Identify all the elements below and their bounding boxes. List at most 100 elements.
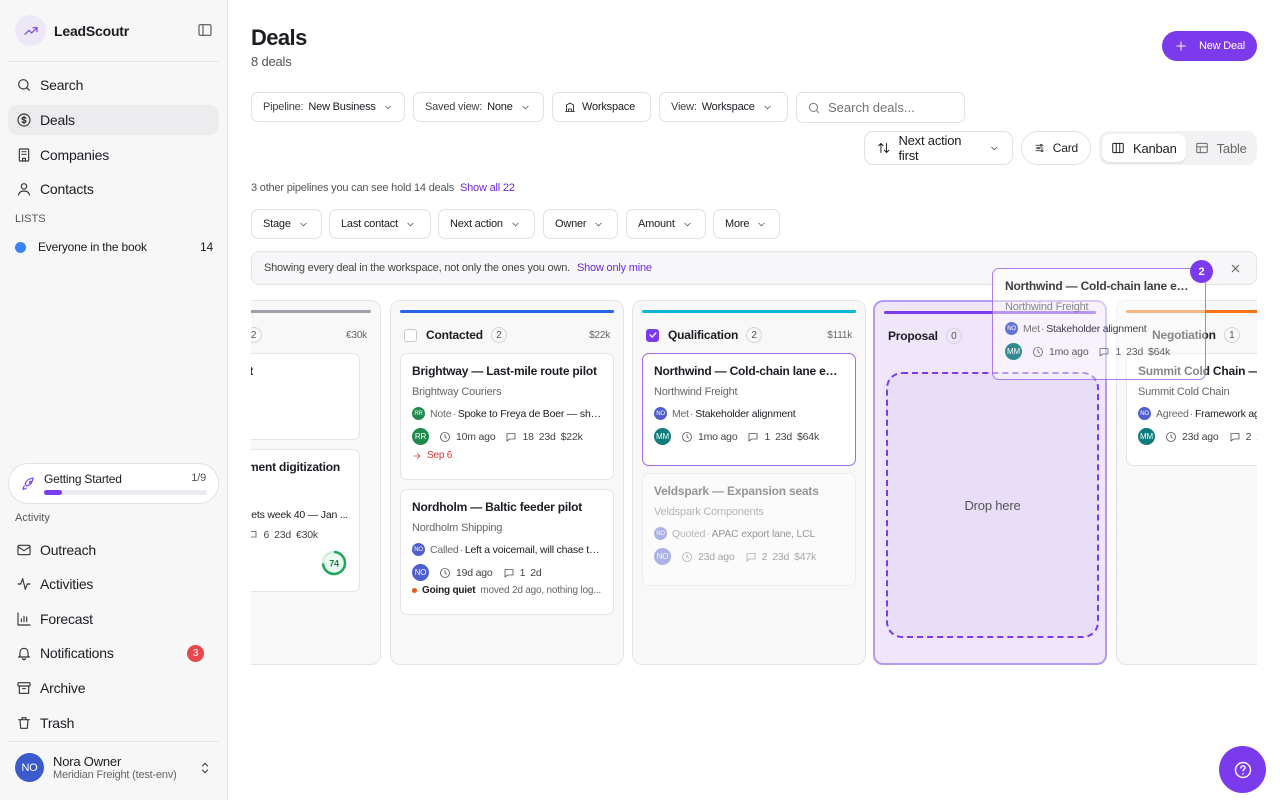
nav-companies[interactable]: Companies — [8, 140, 219, 170]
nav-label: Forecast — [40, 611, 93, 627]
column-count: 2 — [251, 327, 262, 343]
nav-activities[interactable]: Activities — [8, 569, 219, 599]
sort-icon — [878, 143, 890, 153]
comment-count: 1 — [1115, 345, 1122, 358]
deal-card[interactable]: Northwind — Cold-chain lane expa... Nort… — [642, 353, 856, 466]
sidebar: LeadScoutr Search Deals Companies Contac… — [0, 0, 228, 800]
owner-avatar: NO — [654, 548, 671, 565]
drop-zone[interactable]: Drop here — [886, 372, 1099, 638]
nav-archive[interactable]: Archive — [8, 673, 219, 703]
filter-next-action[interactable]: Next action — [438, 209, 535, 239]
filter-owner[interactable]: Owner — [543, 209, 618, 239]
nav-contacts[interactable]: Contacts — [8, 174, 219, 204]
deal-card[interactable]: Veldspark — Expansion seats Veldspark Co… — [642, 473, 856, 586]
deal-card[interactable]: lot — [251, 353, 360, 440]
nav-forecast[interactable]: Forecast — [8, 604, 219, 634]
deal-note: APAC export lane, LCL — [711, 527, 816, 540]
deal-amount: €30k — [296, 529, 318, 541]
avatar: NO — [654, 407, 667, 420]
search-box[interactable] — [796, 92, 965, 123]
action-type: Agreed — [1156, 407, 1189, 420]
dollar-icon — [17, 113, 31, 127]
clock-icon — [440, 431, 450, 442]
last-contact: 23d ago — [1182, 430, 1219, 443]
deal-title: lot — [251, 364, 348, 378]
show-all-link[interactable]: Show all 22 — [460, 182, 515, 194]
sidebar-toggle-icon[interactable] — [197, 22, 213, 38]
nav-deals[interactable]: Deals — [8, 105, 219, 135]
score-ring: 74 — [321, 550, 347, 576]
column-color-bar — [251, 310, 371, 313]
deal-card[interactable]: Brightway — Last-mile route pilot Bright… — [400, 353, 614, 480]
card-settings-button[interactable]: Card — [1021, 131, 1091, 165]
divider — [8, 61, 219, 62]
owner-avatar: RR — [412, 428, 429, 445]
show-only-mine-link[interactable]: Show only mine — [577, 262, 652, 274]
saved-view-value: None — [487, 101, 513, 113]
column-amount: $111k — [827, 329, 852, 341]
chevron-down-icon — [512, 222, 519, 226]
view-select[interactable]: View: Workspace — [659, 92, 788, 122]
column-select-checkbox[interactable] — [646, 328, 659, 342]
drag-preview-card[interactable]: Northwind — Cold-chain lane expa... Nort… — [992, 268, 1206, 380]
column-select-checkbox[interactable] — [404, 328, 417, 342]
getting-started[interactable]: Getting Started 1/9 — [8, 463, 219, 504]
deal-note: meets week 40 — Jan ... — [251, 509, 348, 521]
deal-title: Northwind — Cold-chain lane expa... — [654, 364, 844, 378]
deal-company: Northwind Freight — [1005, 301, 1089, 313]
nav-trash[interactable]: Trash — [8, 708, 219, 738]
list-item-everyone[interactable]: Everyone in the book 14 — [15, 240, 213, 254]
table-label: Table — [1216, 140, 1247, 156]
saved-view-select[interactable]: Saved view: None — [413, 92, 544, 122]
table-toggle[interactable]: Table — [1186, 134, 1256, 162]
new-deal-label: New Deal — [1198, 40, 1246, 52]
nav-search[interactable]: Search — [8, 70, 219, 100]
app-name: LeadScoutr — [54, 22, 130, 39]
page-subtitle: 8 deals — [251, 54, 292, 69]
avatar: NO — [1005, 322, 1018, 335]
comment-icon — [749, 432, 758, 441]
deal-note: Stakeholder alignment — [695, 407, 796, 420]
sort-select[interactable]: Next action first — [864, 131, 1013, 165]
trending-up-icon — [15, 15, 46, 46]
deal-age: 23d — [274, 529, 292, 541]
deal-card[interactable]: Nordholm — Baltic feeder pilot Nordholm … — [400, 489, 614, 615]
action-type: Called — [430, 543, 459, 556]
column-count: 1 — [1223, 327, 1240, 343]
nav-outreach[interactable]: Outreach — [8, 535, 219, 565]
activity-heading: Activity — [15, 512, 50, 524]
filter-stage[interactable]: Stage — [251, 209, 322, 239]
avatar: NO — [412, 543, 425, 556]
comment-icon — [1100, 347, 1109, 356]
kanban-toggle[interactable]: Kanban — [1102, 134, 1186, 162]
columns-icon — [1112, 142, 1124, 154]
deal-age: 23d — [772, 550, 790, 563]
score-value: 74 — [329, 559, 339, 569]
workspace-button[interactable]: Workspace — [552, 92, 651, 122]
deal-company: Northwind Freight — [654, 386, 738, 398]
chevron-down-icon — [521, 105, 529, 109]
activity-icon — [17, 578, 31, 590]
pipeline-select[interactable]: Pipeline: New Business — [251, 92, 405, 122]
search-input[interactable] — [828, 100, 956, 115]
filter-last-contact[interactable]: Last contact — [329, 209, 431, 239]
close-icon[interactable] — [1229, 262, 1242, 275]
column-title: Proposal — [888, 329, 938, 343]
bell-icon — [18, 647, 30, 661]
user-menu[interactable]: NO Nora Owner Meridian Freight (test-env… — [15, 753, 213, 782]
deal-card[interactable]: urement digitization meets week 40 — Jan… — [251, 449, 360, 592]
clock-icon — [682, 431, 692, 442]
filter-more[interactable]: More — [713, 209, 780, 239]
column-amount: €30k — [346, 329, 367, 341]
new-deal-button[interactable]: New Deal — [1162, 31, 1257, 61]
view-toggle: Kanban Table — [1099, 131, 1257, 165]
other-pipelines-text: 3 other pipelines you can see hold 14 de… — [251, 182, 454, 194]
help-button[interactable] — [1219, 746, 1266, 793]
column-title: Contacted — [426, 328, 483, 342]
filter-label: Amount — [638, 218, 675, 230]
deal-note: Left a voicemail, will chase th... — [464, 543, 602, 556]
nav-label: Archive — [40, 680, 86, 696]
brand[interactable]: LeadScoutr — [15, 15, 129, 46]
filter-amount[interactable]: Amount — [626, 209, 706, 239]
comment-icon — [504, 568, 513, 577]
